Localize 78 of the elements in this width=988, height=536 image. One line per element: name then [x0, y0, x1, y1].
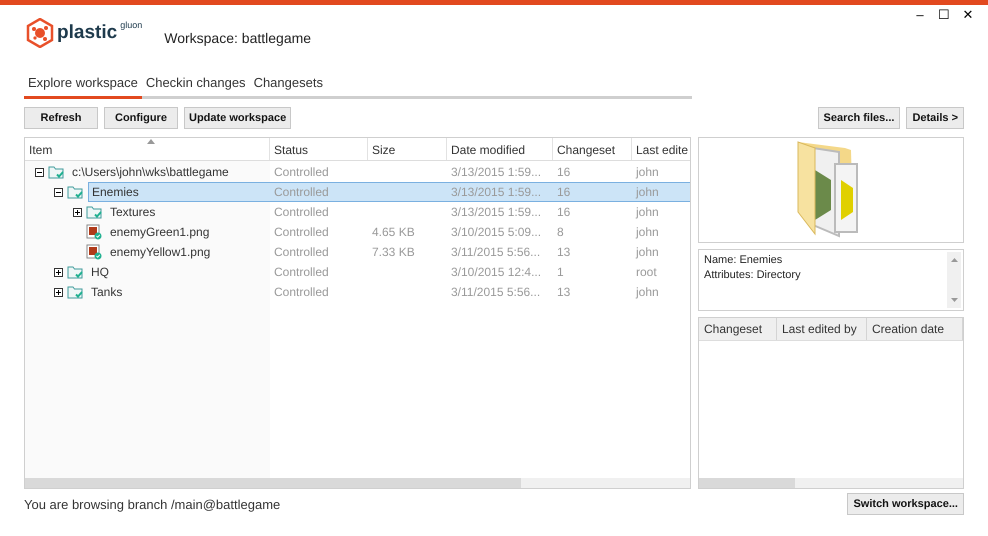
detail-line: Attributes: Directory: [704, 268, 802, 283]
column-header[interactable]: Date modified: [447, 138, 553, 160]
editor-cell: root: [636, 265, 657, 279]
changeset-cell: 13: [557, 245, 570, 259]
tab[interactable]: Explore workspace: [24, 71, 142, 99]
close-button[interactable]: ✕: [956, 7, 980, 22]
logo-icon: [26, 18, 54, 48]
scrollbar-thumb[interactable]: [699, 478, 795, 488]
app-edition: gluon: [120, 20, 142, 30]
branch-status-text: You are browsing branch /main@battlegame: [24, 496, 280, 512]
changeset-cell: 1: [557, 265, 564, 279]
date-cell: 3/11/2015 5:56...: [451, 245, 540, 259]
column-header[interactable]: Creation date: [867, 318, 963, 340]
item-name[interactable]: c:\Users\john\wks\battlegame: [69, 163, 232, 181]
size-cell: 4.65 KB: [372, 225, 415, 239]
folder-icon: [67, 265, 84, 279]
status-cell: Controlled: [274, 205, 329, 219]
folder-icon: [86, 205, 103, 219]
collapse-icon[interactable]: [35, 168, 44, 176]
date-cell: 3/13/2015 1:59...: [451, 205, 542, 219]
app-name: plastic: [57, 22, 118, 44]
editor-cell: john: [636, 225, 659, 239]
status-cell: Controlled: [274, 225, 329, 239]
window-title: Workspace: battlegame: [164, 30, 312, 46]
toolbar-button[interactable]: Details >: [906, 107, 964, 129]
folder-icon: [67, 185, 84, 199]
image-file-icon: [86, 244, 103, 260]
image-file-icon: [86, 224, 103, 240]
sort-arrow-icon: [147, 139, 155, 144]
column-header[interactable]: Last edite: [632, 138, 690, 160]
expand-icon[interactable]: [73, 208, 82, 216]
date-cell: 3/11/2015 5:56...: [451, 285, 540, 299]
editor-cell: john: [636, 285, 659, 299]
expand-icon[interactable]: [54, 268, 63, 276]
date-cell: 3/13/2015 1:59...: [451, 185, 542, 199]
expand-icon[interactable]: [54, 288, 63, 296]
changeset-cell: 16: [557, 185, 570, 199]
changeset-cell: 16: [557, 205, 570, 219]
editor-cell: john: [636, 165, 659, 179]
changeset-cell: 13: [557, 285, 570, 299]
detail-line: Name: Enemies: [704, 253, 784, 268]
status-cell: Controlled: [274, 185, 329, 199]
column-header[interactable]: Changeset: [699, 318, 777, 340]
editor-cell: john: [636, 185, 659, 199]
toolbar-button[interactable]: Search files...: [818, 107, 900, 129]
status-cell: Controlled: [274, 165, 329, 179]
toolbar-button[interactable]: Configure: [104, 107, 178, 129]
column-header[interactable]: Size: [368, 138, 447, 160]
item-name[interactable]: Textures: [107, 203, 158, 221]
column-header[interactable]: Status: [270, 138, 368, 160]
column-header[interactable]: Changeset: [553, 138, 632, 160]
status-cell: Controlled: [274, 245, 329, 259]
size-cell: 7.33 KB: [372, 245, 415, 259]
status-cell: Controlled: [274, 285, 329, 299]
item-name[interactable]: HQ: [88, 263, 112, 281]
changeset-cell: 8: [557, 225, 564, 239]
date-cell: 3/10/2015 12:4...: [451, 265, 542, 279]
folder-icon: [48, 165, 65, 179]
changeset-cell: 16: [557, 165, 570, 179]
switch-workspace-button[interactable]: Switch workspace...: [847, 493, 964, 515]
toolbar-button[interactable]: Update workspace: [184, 107, 292, 129]
tab[interactable]: Checkin changes: [142, 71, 250, 99]
date-cell: 3/10/2015 5:09...: [451, 225, 542, 239]
maximize-button[interactable]: ☐: [932, 7, 956, 22]
editor-cell: john: [636, 205, 659, 219]
scrollbar-thumb[interactable]: [25, 478, 521, 488]
folder-icon: [67, 285, 84, 299]
minimize-button[interactable]: –: [908, 7, 932, 22]
editor-cell: john: [636, 245, 659, 259]
tab[interactable]: Changesets: [250, 71, 327, 99]
item-name[interactable]: enemyYellow1.png: [107, 243, 214, 261]
column-header[interactable]: Last edited by: [777, 318, 867, 340]
item-name[interactable]: Tanks: [88, 283, 126, 301]
toolbar-button[interactable]: Refresh: [24, 107, 98, 129]
date-cell: 3/13/2015 1:59...: [451, 165, 542, 179]
status-cell: Controlled: [274, 265, 329, 279]
collapse-icon[interactable]: [54, 188, 63, 196]
item-name[interactable]: enemyGreen1.png: [107, 223, 212, 241]
